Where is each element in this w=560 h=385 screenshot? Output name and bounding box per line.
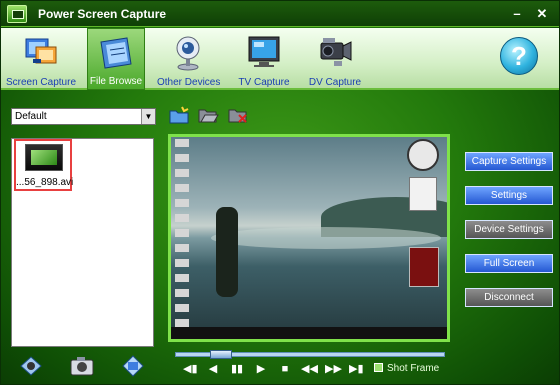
calendar-gadget-icon: [409, 177, 437, 211]
file-list: ...56_898.avi: [11, 138, 154, 347]
file-browse-icon: [100, 37, 132, 69]
close-button[interactable]: ✕: [534, 6, 550, 22]
stop-button[interactable]: ■: [278, 362, 292, 376]
play-button[interactable]: ▶: [254, 362, 268, 376]
chevron-down-icon[interactable]: ▼: [141, 109, 155, 124]
app-window: Power Screen Capture – ✕ Screen Capture: [0, 0, 560, 385]
record-icon[interactable]: [17, 353, 45, 379]
desktop-icons: [175, 139, 189, 335]
file-item[interactable]: ...56_898.avi: [14, 139, 74, 191]
webcam-icon: [176, 36, 200, 71]
tab-label: DV Capture: [308, 77, 362, 88]
full-screen-button[interactable]: Full Screen: [465, 254, 553, 273]
window-title: Power Screen Capture: [38, 7, 167, 21]
new-folder-icon[interactable]: [168, 105, 190, 125]
device-settings-button[interactable]: Device Settings: [465, 220, 553, 239]
delete-folder-icon[interactable]: [227, 105, 249, 125]
tab-label: TV Capture: [238, 77, 290, 88]
disconnect-button[interactable]: Disconnect: [465, 288, 553, 307]
folder-select[interactable]: Default ▼: [11, 108, 156, 125]
rewind-button[interactable]: ◀◀: [301, 362, 318, 376]
app-icon: [7, 5, 27, 23]
camera-icon[interactable]: [68, 353, 96, 379]
preview-figure: [216, 207, 238, 297]
tab-screen-capture[interactable]: Screen Capture: [5, 28, 77, 90]
open-folder-icon[interactable]: [197, 105, 219, 125]
file-name: ...56_898.avi: [16, 177, 74, 188]
clock-gadget-icon: [407, 139, 439, 171]
shot-frame-label: Shot Frame: [387, 363, 440, 374]
video-thumbnail-icon: [25, 144, 63, 171]
shot-frame-checkbox[interactable]: [374, 363, 383, 372]
preview-taskbar: [171, 327, 447, 339]
step-back-button[interactable]: ◀: [206, 362, 220, 376]
tab-tv-capture[interactable]: TV Capture: [236, 28, 292, 90]
tab-dv-capture[interactable]: DV Capture: [307, 28, 363, 90]
folder-select-value: Default: [15, 111, 47, 122]
seek-thumb[interactable]: [210, 350, 232, 359]
snapshot-icon[interactable]: [119, 353, 147, 379]
tab-other-devices[interactable]: Other Devices: [157, 28, 221, 90]
title-bar: Power Screen Capture – ✕: [1, 1, 559, 27]
fast-forward-button[interactable]: ▶▶: [325, 362, 342, 376]
tab-label: File Browse: [89, 76, 143, 87]
seek-slider[interactable]: [175, 350, 445, 359]
capture-settings-button[interactable]: Capture Settings: [465, 152, 553, 171]
pause-button[interactable]: ▮▮: [230, 362, 244, 376]
screen-capture-icon: [25, 38, 57, 64]
tab-label: Screen Capture: [5, 77, 77, 88]
preview-scenery: [211, 227, 441, 249]
tv-icon: [248, 36, 280, 67]
settings-button[interactable]: Settings: [465, 186, 553, 205]
next-frame-button[interactable]: ▶▮: [349, 362, 364, 376]
minimize-button[interactable]: –: [509, 6, 525, 22]
desktop-gadget-icon: [409, 247, 439, 287]
tab-label: Other Devices: [157, 77, 221, 88]
main-toolbar: Screen Capture File Browse Other Devices: [1, 28, 559, 90]
shot-frame-option[interactable]: Shot Frame: [374, 363, 439, 374]
tab-file-browse[interactable]: File Browse: [87, 28, 145, 90]
prev-frame-button[interactable]: ◀▮: [183, 362, 198, 376]
camcorder-icon: [320, 38, 352, 66]
video-preview: [168, 134, 450, 342]
help-button[interactable]: ?: [500, 37, 538, 75]
